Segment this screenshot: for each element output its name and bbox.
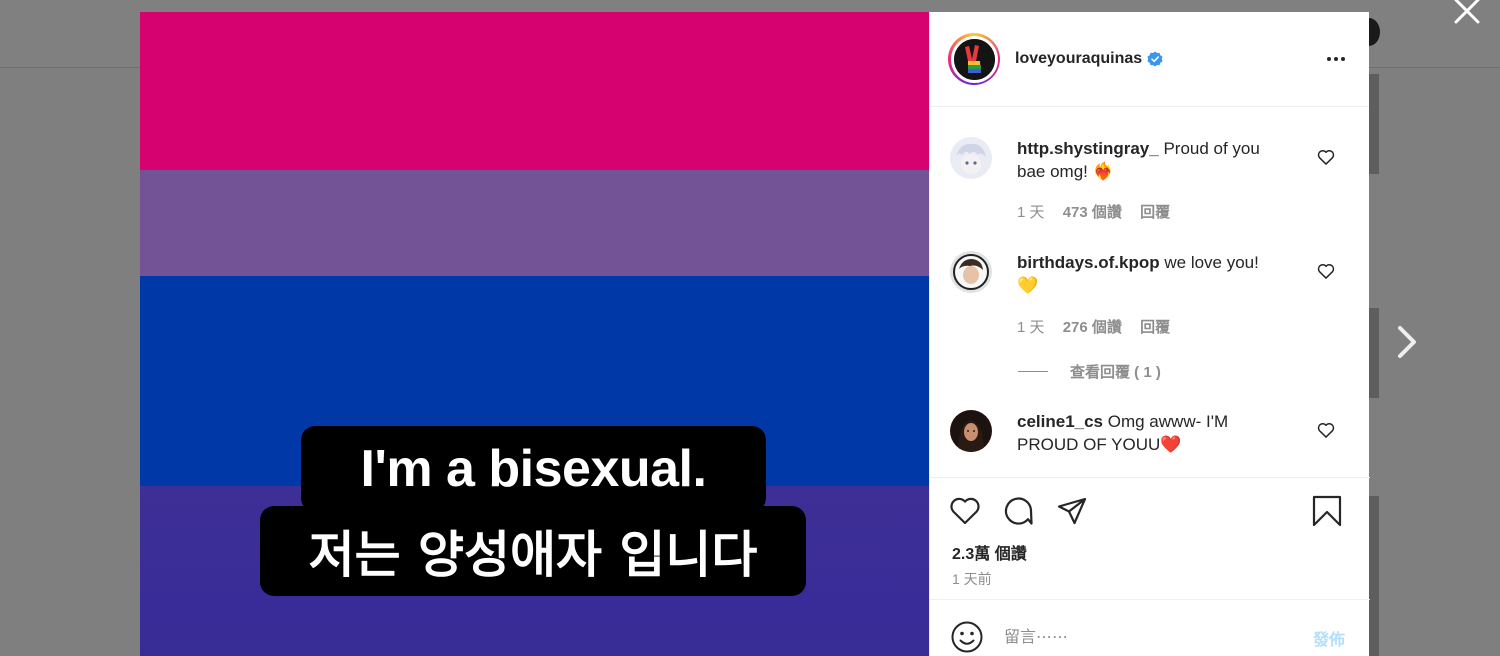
likes-count[interactable]: 2.3萬 個讚 <box>952 540 1027 564</box>
peace-sign-avatar-icon <box>953 38 995 80</box>
commenter-avatar[interactable] <box>950 137 992 179</box>
comment-time[interactable]: 1 天 <box>1017 204 1045 221</box>
heart-icon[interactable] <box>1316 420 1336 440</box>
reply-button[interactable]: 回覆 <box>1140 204 1170 221</box>
flag-band-pink <box>140 12 929 170</box>
comment-input[interactable] <box>1004 624 1284 648</box>
comment-text: celine1_cs Omg awww- I'M PROUD OF YOUU❤️ <box>1017 410 1282 456</box>
commenter-username[interactable]: birthdays.of.kpop <box>1017 253 1160 272</box>
background-thumbnail <box>1369 74 1379 174</box>
heart-icon[interactable] <box>1316 147 1336 167</box>
post-button[interactable]: 發佈 <box>1313 626 1345 650</box>
bookmark-icon[interactable] <box>1310 494 1344 528</box>
owner-username[interactable]: loveyouraquinas <box>1015 50 1142 68</box>
more-horizontal-icon[interactable] <box>1325 48 1347 70</box>
view-replies-label: 查看回覆 ( 1 ) <box>1070 364 1161 381</box>
comment-meta: 1 天 473 個讚 回覆 <box>1017 201 1184 222</box>
post-modal: I'm a bisexual. 저는 양성애자 입니다 loveyouraqui… <box>140 12 1370 656</box>
reply-button[interactable]: 回覆 <box>1140 319 1170 336</box>
comment-text: birthdays.of.kpop we love you! 💛 <box>1017 251 1282 297</box>
comment-time[interactable]: 1 天 <box>1017 319 1045 336</box>
view-replies-button[interactable]: 查看回覆 ( 1 ) <box>1018 361 1161 382</box>
comment-bubble-icon[interactable] <box>1002 494 1036 528</box>
posted-time[interactable]: 1 天前 <box>952 569 992 589</box>
verified-badge-icon <box>1147 51 1163 67</box>
post-header: loveyouraquinas <box>930 12 1369 107</box>
heart-icon[interactable] <box>948 494 982 528</box>
chevron-right-icon[interactable] <box>1390 322 1422 362</box>
comment-meta: 1 天 276 個讚 回覆 <box>1017 316 1184 337</box>
caption-english: I'm a bisexual. <box>301 426 766 512</box>
post-media[interactable]: I'm a bisexual. 저는 양성애자 입니다 <box>140 12 929 656</box>
commenter-username[interactable]: celine1_cs <box>1017 412 1103 431</box>
flag-band-purple <box>140 170 929 276</box>
comment-likes[interactable]: 473 個讚 <box>1063 204 1122 221</box>
background-thumbnail <box>1369 308 1379 398</box>
comment-likes[interactable]: 276 個讚 <box>1063 319 1122 336</box>
action-bar: 2.3萬 個讚 1 天前 <box>930 477 1370 607</box>
smiley-icon[interactable] <box>950 620 984 654</box>
close-icon[interactable] <box>1450 0 1484 28</box>
commenter-avatar[interactable] <box>950 410 992 452</box>
post-sidebar: loveyouraquinas http.shystingray_ Proud … <box>929 12 1370 656</box>
commenter-username[interactable]: http.shystingray_ <box>1017 139 1159 158</box>
comment-text: http.shystingray_ Proud of you bae omg! … <box>1017 137 1282 183</box>
paper-plane-icon[interactable] <box>1055 494 1089 528</box>
heart-icon[interactable] <box>1316 261 1336 281</box>
background-thumbnail <box>1369 496 1379 656</box>
view-replies-line <box>1018 371 1048 372</box>
caption-korean: 저는 양성애자 입니다 <box>260 506 806 596</box>
commenter-avatar[interactable] <box>950 251 992 293</box>
comment-composer: 發佈 <box>930 599 1370 656</box>
owner-avatar[interactable] <box>948 33 1000 85</box>
